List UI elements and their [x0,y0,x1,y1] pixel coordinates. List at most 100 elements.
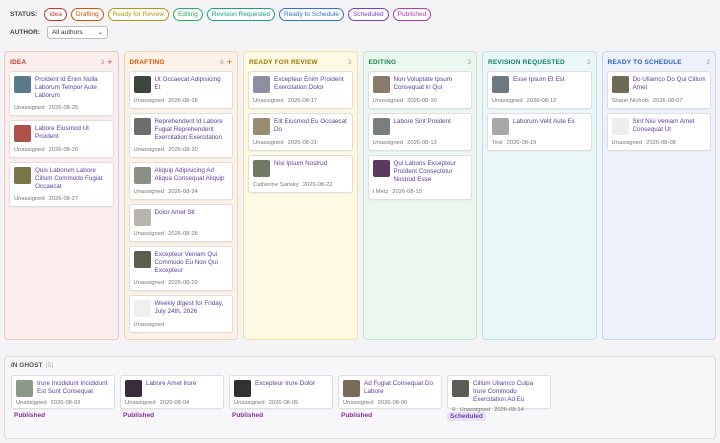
post-title[interactable]: Esse Ipsum Et Est [513,76,564,84]
ghost-post-card[interactable]: Irure Incididunt Incididunt Est Sunt Con… [11,375,115,409]
post-thumbnail [14,167,31,184]
post-card[interactable]: Dolor Amet Sit Unassigned 2026-08-28 [128,204,233,242]
post-title[interactable]: Labore Amet Irure [146,380,196,388]
post-title[interactable]: Aliquip Adipisicing Ad Aliqua Consequat … [155,167,229,183]
post-title[interactable]: Sint Nisi Veniam Amet Consequat Ut [633,118,707,134]
post-author: Unassigned [492,98,523,104]
post-card[interactable]: Esse Ipsum Et Est Unassigned 2026-08-12 [487,71,592,109]
post-title[interactable]: Do Ullamco Do Qui Cillum Amet [633,76,707,92]
post-title[interactable]: Laborum Velit Aute Ex [513,118,575,126]
column-header: READY FOR REVIEW 3 [248,56,353,68]
status-filter-row: STATUS: Idea Drafting Ready for Review Edit… [10,8,710,21]
post-title[interactable]: Excepteur Enim Proident Exercitation Dol… [274,76,348,92]
post-title[interactable]: Proident Id Enim Nulla Laborum Tempor Au… [35,76,109,100]
post-meta: Unassigned 2026-08-28 [134,231,229,237]
column-count-group: 3 [348,59,352,66]
post-card[interactable]: Sint Nisi Veniam Amet Consequat Ut Unassi… [606,113,711,151]
ghost-post-card[interactable]: Ad Fugiat Consequat Do Labore Unassigned 2… [338,375,442,409]
post-date: 2026-08-04 [159,400,190,406]
kanban-board: IDEA 3 + Proident Id Enim Nulla Laborum Tem… [4,51,716,340]
post-card[interactable]: Labore Sint Proident Unassigned 2026-08-13 [367,113,472,151]
status-chip[interactable]: Ready for Review [107,8,169,21]
status-chip[interactable]: Drafting [70,8,104,21]
post-author: Unassigned [253,140,284,146]
post-card[interactable]: Do Ullamco Do Qui Cillum Amet Shaun Nicho… [606,71,711,109]
post-card[interactable]: Elit Eiusmod Eu Occaecat Do Unassigned 202… [248,113,353,151]
post-date: 2026-08-28 [168,231,198,237]
post-card[interactable]: Excepteur Veniam Qui Commodo Eu Non Qui … [128,246,233,291]
post-date: 2026-08-06 [377,400,408,406]
post-meta: I Metz 2026-08-15 [373,189,468,195]
post-card[interactable]: Qui Laboris Excepteur Proident Consectet… [367,155,472,200]
post-date: 2026-08-05 [268,400,299,406]
column-count: 3 [347,58,352,66]
column-header: READY TO SCHEDULE 2 [607,56,712,68]
post-title[interactable]: Labore Eiusmod Ut Proident [35,125,109,141]
author-select[interactable]: All authors ⌄ [46,26,108,39]
post-title[interactable]: Weekly digest for Friday, July 24th, 202… [155,300,229,316]
post-card[interactable]: Ut Occaecat Adipisicing Et Unassigned 2026… [128,71,233,109]
post-thumbnail [492,118,509,135]
post-date: 2026-08-07 [652,98,683,104]
ghost-post-card[interactable]: Excepteur Irure Dolor Unassigned 2026-08-0… [229,375,333,409]
ghost-item: Labore Amet Irure Unassigned 2026-08-04 Pub… [120,375,224,421]
column: EDITING 3 Non Voluptate Ipsum Consequat in… [362,51,477,340]
post-card[interactable]: Non Voluptate Ipsum Consequat in Qui Unas… [367,71,472,109]
column-header: REVISION REQUESTED 2 [487,56,592,68]
status-chip[interactable]: Idea [44,8,67,21]
post-title[interactable]: Qui Laboris Excepteur Proident Consectet… [394,160,468,184]
post-author: Shaun Nichols [611,98,649,104]
post-author: Unassigned [133,280,165,286]
post-card[interactable]: Labore Eiusmod Ut Proident Unassigned 2026… [9,120,114,158]
status-chip[interactable]: Revision Requested [206,8,275,21]
post-meta: Unassigned 2026-08-12 [492,98,587,104]
post-title[interactable]: Dolor Amet Sit [155,209,195,217]
post-author: Unassigned [133,189,165,195]
ghost-post-card[interactable]: Cillum Ullamco Culpa Irure Commodo Exerc… [447,375,551,413]
post-card[interactable]: Nisi Ipsum Nostrud Catherine Sarisky 2026-… [248,155,353,193]
post-thumbnail [492,76,509,93]
column-title: READY TO SCHEDULE [607,58,682,66]
post-title[interactable]: Nisi Ipsum Nostrud [274,160,327,168]
post-title[interactable]: Elit Eiusmod Eu Occaecat Do [274,118,348,134]
post-card[interactable]: Laborum Velit Aute Ex Test 2026-08-19 [487,113,592,151]
add-icon[interactable]: + [107,58,112,67]
post-title[interactable]: Quis Laborum Labore Cillum Commodo Fugia… [35,167,109,191]
post-author: Unassigned [343,400,374,406]
post-card[interactable]: Reprehenderit Id Labore Fugiat Reprehend… [128,113,233,158]
post-author: Unassigned [372,98,404,104]
status-chip[interactable]: Published [392,8,432,21]
post-title[interactable]: Ut Occaecat Adipisicing Et [155,76,229,92]
status-badge: Published [341,412,373,419]
post-title[interactable]: Reprehenderit Id Labore Fugiat Reprehend… [155,118,229,142]
post-card-top: Irure Incididunt Incididunt Est Sunt Con… [16,380,110,397]
status-badge: Published [232,412,264,419]
post-title[interactable]: Ad Fugiat Consequat Do Labore [364,380,437,396]
post-author: Unassigned [133,322,165,328]
post-title[interactable]: Excepteur Veniam Qui Commodo Eu Non Qui … [155,251,229,275]
status-chip[interactable]: Ready to Schedule [279,8,344,21]
ghost-post-card[interactable]: Labore Amet Irure Unassigned 2026-08-04 [120,375,224,409]
post-title[interactable]: Non Voluptate Ipsum Consequat in Qui [394,76,468,92]
post-card[interactable]: Aliquip Adipisicing Ad Aliqua Consequat … [128,162,233,200]
in-ghost-title: IN GHOST [11,362,43,369]
post-meta: Catherine Sarisky 2026-08-22 [253,182,348,188]
post-author: Unassigned [14,147,45,153]
status-chip[interactable]: Editing [172,8,203,21]
post-title[interactable]: Labore Sint Proident [394,118,451,126]
post-title[interactable]: Excepteur Irure Dolor [255,380,315,388]
ghost-item: Ad Fugiat Consequat Do Labore Unassigned 2… [338,375,442,421]
status-chip[interactable]: Scheduled [347,8,389,21]
post-card[interactable]: Proident Id Enim Nulla Laborum Tempor Au… [9,71,114,116]
post-card[interactable]: Weekly digest for Friday, July 24th, 202… [128,295,233,333]
column-header: DRAFTING 6 + [129,56,234,68]
post-card[interactable]: Excepteur Enim Proident Exercitation Dol… [248,71,353,109]
column-header: IDEA 3 + [9,56,114,68]
post-title[interactable]: Irure Incididunt Incididunt Est Sunt Con… [37,380,110,396]
post-title[interactable]: Cillum Ullamco Culpa Irure Commodo Exerc… [473,380,546,404]
column: DRAFTING 6 + Ut Occaecat Adipisicing Et Unas… [123,51,238,340]
post-card[interactable]: Quis Laborum Labore Cillum Commodo Fugia… [9,162,114,207]
post-thumbnail [253,118,270,135]
add-icon[interactable]: + [227,58,232,67]
post-thumbnail [133,300,151,317]
